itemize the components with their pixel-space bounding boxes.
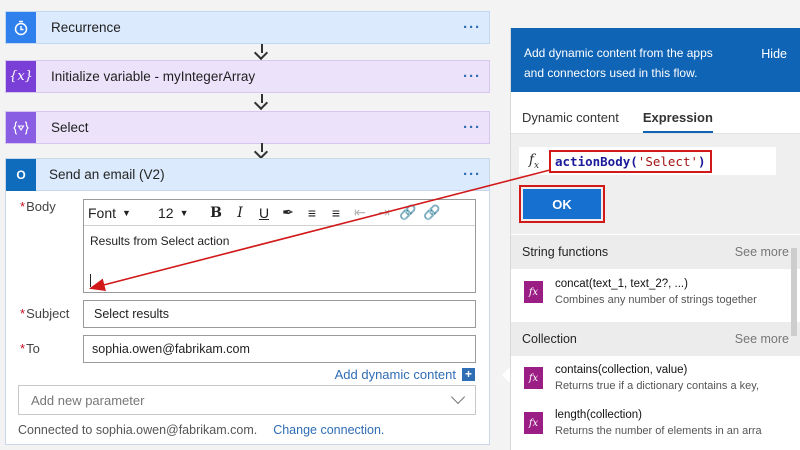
section-title: String functions bbox=[522, 245, 609, 259]
function-icon: fx bbox=[524, 412, 543, 434]
hide-button[interactable]: Hide bbox=[761, 44, 787, 64]
add-new-parameter-dropdown[interactable]: Add new parameter bbox=[18, 385, 476, 415]
step-title: Send an email (V2) bbox=[49, 167, 165, 182]
function-icon: fx bbox=[528, 151, 540, 171]
clock-icon bbox=[6, 12, 36, 43]
function-name: contains(collection, value) bbox=[555, 364, 688, 376]
font-family-select[interactable]: Font ▼ bbox=[88, 205, 158, 221]
step-recurrence[interactable]: Recurrence ··· bbox=[5, 11, 490, 44]
scrollbar-thumb[interactable] bbox=[791, 248, 797, 336]
connection-info: Connected to sophia.owen@fabrikam.com. Ch… bbox=[18, 423, 385, 437]
expression-text: actionBody('Select') bbox=[549, 149, 712, 173]
section-collection: Collection See more bbox=[511, 322, 800, 356]
text-cursor bbox=[90, 274, 91, 287]
to-input[interactable]: sophia.owen@fabrikam.com bbox=[83, 335, 476, 363]
ok-highlight: OK bbox=[519, 185, 605, 223]
step-title: Initialize variable - myIntegerArray bbox=[51, 69, 256, 84]
pen-icon[interactable]: ✒ bbox=[276, 204, 300, 221]
step-title: Recurrence bbox=[51, 20, 121, 35]
unlink-icon[interactable]: 🔗 bbox=[420, 204, 444, 221]
to-label: *To bbox=[20, 341, 40, 356]
panel-pointer bbox=[502, 367, 510, 383]
email-step-header[interactable]: O Send an email (V2) ··· bbox=[6, 158, 489, 191]
see-more-link[interactable]: See more bbox=[735, 245, 789, 259]
outlook-icon: O bbox=[6, 158, 36, 191]
function-name: concat(text_1, text_2?, ...) bbox=[555, 278, 688, 290]
subject-input[interactable]: Select results bbox=[83, 300, 476, 328]
function-icon: fx bbox=[524, 367, 543, 389]
tab-dynamic-content[interactable]: Dynamic content bbox=[522, 110, 619, 133]
data-operation-icon bbox=[6, 112, 36, 143]
bulleted-list-icon[interactable]: ≡ bbox=[300, 205, 324, 221]
step-title: Select bbox=[51, 120, 89, 135]
function-name: length(collection) bbox=[555, 409, 642, 421]
down-arrow-icon bbox=[255, 44, 269, 60]
variable-icon: {x} bbox=[6, 61, 36, 92]
function-item[interactable]: fx concat(text_1, text_2?, ...) Combines… bbox=[511, 272, 800, 312]
rich-text-toolbar: Font ▼ 12 ▼ B I U ✒ ≡ ≡ ⇤ ⇥ 🔗 🔗 bbox=[84, 200, 475, 226]
change-connection-link[interactable]: Change connection. bbox=[273, 423, 384, 437]
body-text: Results from Select action bbox=[90, 234, 230, 248]
function-description: Combines any number of strings together bbox=[555, 294, 757, 306]
numbered-list-icon[interactable]: ≡ bbox=[324, 205, 348, 221]
italic-button[interactable]: I bbox=[228, 205, 252, 221]
font-size-select[interactable]: 12 ▼ bbox=[158, 205, 204, 221]
function-description: Returns the number of elements in an arr… bbox=[555, 425, 762, 437]
more-options-button[interactable]: ··· bbox=[455, 119, 489, 136]
panel-scrollbar[interactable] bbox=[791, 242, 797, 444]
tab-expression[interactable]: Expression bbox=[642, 110, 713, 133]
body-label: *Body bbox=[20, 199, 56, 214]
panel-tabs: Dynamic content Expression bbox=[511, 92, 800, 134]
chevron-down-icon bbox=[450, 389, 466, 405]
ok-button[interactable]: OK bbox=[523, 189, 601, 219]
step-select[interactable]: Select ··· bbox=[5, 111, 490, 144]
function-item[interactable]: fx contains(collection, value) Returns t… bbox=[511, 358, 800, 398]
expression-input[interactable]: fx actionBody('Select') bbox=[519, 147, 776, 175]
link-icon[interactable]: 🔗 bbox=[396, 204, 420, 221]
panel-header-text: and connectors used in this flow. bbox=[524, 66, 698, 80]
more-options-button[interactable]: ··· bbox=[455, 19, 489, 36]
down-arrow-icon bbox=[255, 94, 269, 110]
panel-header-text: Add dynamic content from the apps bbox=[524, 46, 713, 60]
bold-button[interactable]: B bbox=[204, 205, 228, 221]
panel-header: Add dynamic content from the apps and co… bbox=[511, 28, 800, 92]
section-string-functions: String functions See more bbox=[511, 235, 800, 269]
see-more-link[interactable]: See more bbox=[735, 332, 789, 346]
underline-button[interactable]: U bbox=[252, 205, 276, 221]
plus-icon: + bbox=[462, 368, 475, 381]
step-initialize-variable[interactable]: {x} Initialize variable - myIntegerArray… bbox=[5, 60, 490, 93]
body-editor[interactable]: Font ▼ 12 ▼ B I U ✒ ≡ ≡ ⇤ ⇥ 🔗 🔗 Results fr… bbox=[83, 199, 476, 293]
dynamic-content-panel: Add dynamic content from the apps and co… bbox=[510, 28, 800, 450]
add-dynamic-content-link[interactable]: Add dynamic content + bbox=[335, 367, 475, 382]
function-item[interactable]: fx length(collection) Returns the number… bbox=[511, 403, 800, 443]
step-send-email: O Send an email (V2) ··· *Body Font ▼ 12 ▼… bbox=[5, 158, 490, 445]
down-arrow-icon bbox=[255, 143, 269, 159]
decrease-indent-icon[interactable]: ⇤ bbox=[348, 204, 372, 221]
expression-area: fx actionBody('Select') OK bbox=[511, 134, 800, 234]
more-options-button[interactable]: ··· bbox=[455, 166, 489, 183]
more-options-button[interactable]: ··· bbox=[455, 68, 489, 85]
function-icon: fx bbox=[524, 281, 543, 303]
section-title: Collection bbox=[522, 332, 577, 346]
function-description: Returns true if a dictionary contains a … bbox=[555, 380, 760, 392]
subject-label: *Subject bbox=[20, 306, 70, 321]
increase-indent-icon[interactable]: ⇥ bbox=[372, 204, 396, 221]
